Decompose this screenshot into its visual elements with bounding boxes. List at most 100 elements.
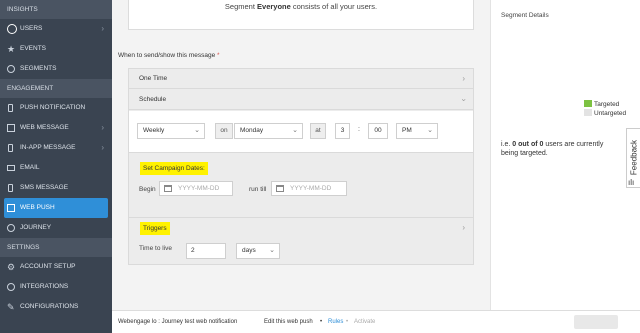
- sidebar-item-web-message[interactable]: WEB MESSAGE ›: [0, 118, 112, 138]
- sidebar-item-label: ACCOUNT SETUP: [20, 263, 76, 270]
- summary-prefix: i.e.: [501, 141, 513, 148]
- triggers-option[interactable]: Triggers ›: [129, 217, 473, 237]
- summary-count: 0 out of 0: [512, 141, 544, 148]
- end-date-placeholder: YYYY-MM-DD: [290, 185, 332, 192]
- begin-label: Begin: [139, 186, 156, 193]
- footer-bar: Webengage lo : Journey test web notifica…: [112, 310, 640, 333]
- sidebar-item-label: SMS MESSAGE: [20, 184, 69, 191]
- sidebar: INSIGHTS USERS › ★ EVENTS SEGMENTS ENGAG…: [0, 0, 112, 333]
- sidebar-item-label: INTEGRATIONS: [20, 283, 69, 290]
- frequency-value: Weekly: [143, 127, 165, 134]
- chevron-down-icon: ⌄: [427, 127, 433, 134]
- chevron-right-icon: ›: [462, 74, 465, 83]
- journey-icon: [7, 224, 15, 232]
- legend-untargeted: Untargeted: [584, 109, 626, 117]
- web-message-icon: [7, 124, 15, 132]
- main-content: Segment Everyone consists of all your us…: [112, 0, 490, 333]
- sidebar-item-events[interactable]: ★ EVENTS: [0, 39, 112, 59]
- in-app-icon: [8, 144, 13, 152]
- activate-step: Activate: [354, 319, 376, 325]
- sidebar-item-label: EMAIL: [20, 164, 40, 171]
- sidebar-item-segments[interactable]: SEGMENTS: [0, 59, 112, 79]
- begin-date-placeholder: YYYY-MM-DD: [178, 185, 220, 192]
- chevron-right-icon: ›: [462, 223, 465, 232]
- ttl-input[interactable]: 2: [186, 243, 226, 259]
- hour-input[interactable]: 3: [335, 123, 350, 139]
- chevron-right-icon: ›: [101, 24, 104, 33]
- ttl-unit-value: days: [242, 247, 256, 254]
- sidebar-item-label: JOURNEY: [20, 224, 52, 231]
- feedback-label: Feedback: [629, 139, 639, 176]
- sms-icon: [8, 184, 13, 192]
- web-push-icon: [7, 204, 15, 212]
- rules-link[interactable]: Rules: [328, 311, 343, 333]
- chevron-down-icon: ⌄: [269, 247, 275, 254]
- footer-edit-label: Edit this web push: [264, 319, 313, 325]
- schedule-option[interactable]: Schedule ›: [129, 90, 473, 110]
- one-time-label: One Time: [139, 75, 168, 82]
- segments-icon: [7, 65, 15, 73]
- sidebar-item-web-push[interactable]: WEB PUSH: [4, 198, 108, 218]
- calendar-icon: [164, 185, 172, 192]
- sidebar-section-engagement: ENGAGEMENT: [0, 79, 112, 98]
- run-till-label: run till: [249, 186, 267, 193]
- email-icon: [7, 165, 15, 171]
- chevron-down-icon: ⌄: [194, 127, 200, 134]
- sidebar-item-journey[interactable]: JOURNEY: [0, 218, 112, 238]
- untargeted-label: Untargeted: [594, 110, 627, 117]
- required-marker: *: [217, 52, 220, 59]
- campaign-title: Webengage lo : Journey test web notifica…: [118, 319, 238, 325]
- sidebar-item-label: CONFIGURATIONS: [20, 303, 79, 310]
- targeting-summary: i.e. 0 out of 0 users are currently bein…: [501, 140, 619, 158]
- footer-separator: •: [320, 319, 323, 325]
- sidebar-item-in-app-message[interactable]: IN-APP MESSAGE ›: [0, 138, 112, 158]
- ampm-select[interactable]: PM ⌄: [396, 123, 438, 139]
- sidebar-item-configurations[interactable]: ✎ CONFIGURATIONS: [0, 297, 112, 317]
- sidebar-item-label: SEGMENTS: [20, 65, 57, 72]
- when-to-send-label: When to send/show this message *: [118, 52, 220, 59]
- gear-icon: ⚙: [7, 262, 16, 272]
- next-button[interactable]: [574, 315, 618, 329]
- segment-suffix: consists of all your users.: [290, 2, 378, 11]
- on-label: on: [215, 123, 233, 139]
- ampm-value: PM: [402, 127, 412, 134]
- users-icon: [7, 24, 17, 34]
- calendar-icon: [276, 185, 284, 192]
- segment-details-panel: Segment Details Targeted Untargeted i.e.…: [490, 0, 640, 333]
- ttl-unit-select[interactable]: days ⌄: [236, 243, 280, 259]
- one-time-option[interactable]: One Time ›: [129, 69, 473, 89]
- sidebar-item-users[interactable]: USERS ›: [0, 19, 112, 39]
- at-label: at: [310, 123, 326, 139]
- day-select[interactable]: Monday ⌄: [234, 123, 303, 139]
- sidebar-item-label: EVENTS: [20, 45, 47, 52]
- segment-summary: Segment Everyone consists of all your us…: [225, 2, 377, 11]
- chevron-right-icon: ›: [101, 143, 104, 152]
- segment-prefix: Segment: [224, 2, 258, 11]
- triggers-title: Triggers: [140, 222, 170, 235]
- star-icon: ★: [7, 44, 16, 54]
- segment-details-title: Segment Details: [501, 12, 549, 19]
- begin-date-input[interactable]: YYYY-MM-DD: [159, 181, 233, 196]
- ttl-label: Time to live: [139, 245, 172, 252]
- sidebar-item-account-setup[interactable]: ⚙ ACCOUNT SETUP: [0, 257, 112, 277]
- sidebar-item-integrations[interactable]: INTEGRATIONS: [0, 277, 112, 297]
- frequency-select[interactable]: Weekly ⌄: [137, 123, 205, 139]
- footer-separator: •: [346, 319, 349, 325]
- schedule-body: Weekly ⌄ on Monday ⌄ at 3 : 00 PM ⌄: [129, 111, 473, 153]
- targeted-label: Targeted: [594, 101, 620, 108]
- end-date-input[interactable]: YYYY-MM-DD: [271, 181, 347, 196]
- segment-name: Everyone: [257, 2, 291, 11]
- minute-input[interactable]: 00: [368, 123, 388, 139]
- sidebar-item-label: WEB PUSH: [20, 204, 55, 211]
- chevron-right-icon: ›: [101, 123, 104, 132]
- targeted-swatch: [584, 100, 592, 107]
- schedule-panel: One Time › Schedule › Weekly ⌄ on Monday…: [128, 68, 474, 265]
- sidebar-item-push-notification[interactable]: PUSH NOTIFICATION: [0, 98, 112, 118]
- untargeted-swatch: [584, 109, 592, 116]
- sidebar-item-sms-message[interactable]: SMS MESSAGE: [0, 178, 112, 198]
- segment-summary-box: Segment Everyone consists of all your us…: [128, 0, 474, 30]
- wrench-icon: ✎: [7, 302, 15, 312]
- mobile-icon: [8, 104, 13, 112]
- sidebar-section-settings: SETTINGS: [0, 238, 112, 257]
- sidebar-item-email[interactable]: EMAIL: [0, 158, 112, 178]
